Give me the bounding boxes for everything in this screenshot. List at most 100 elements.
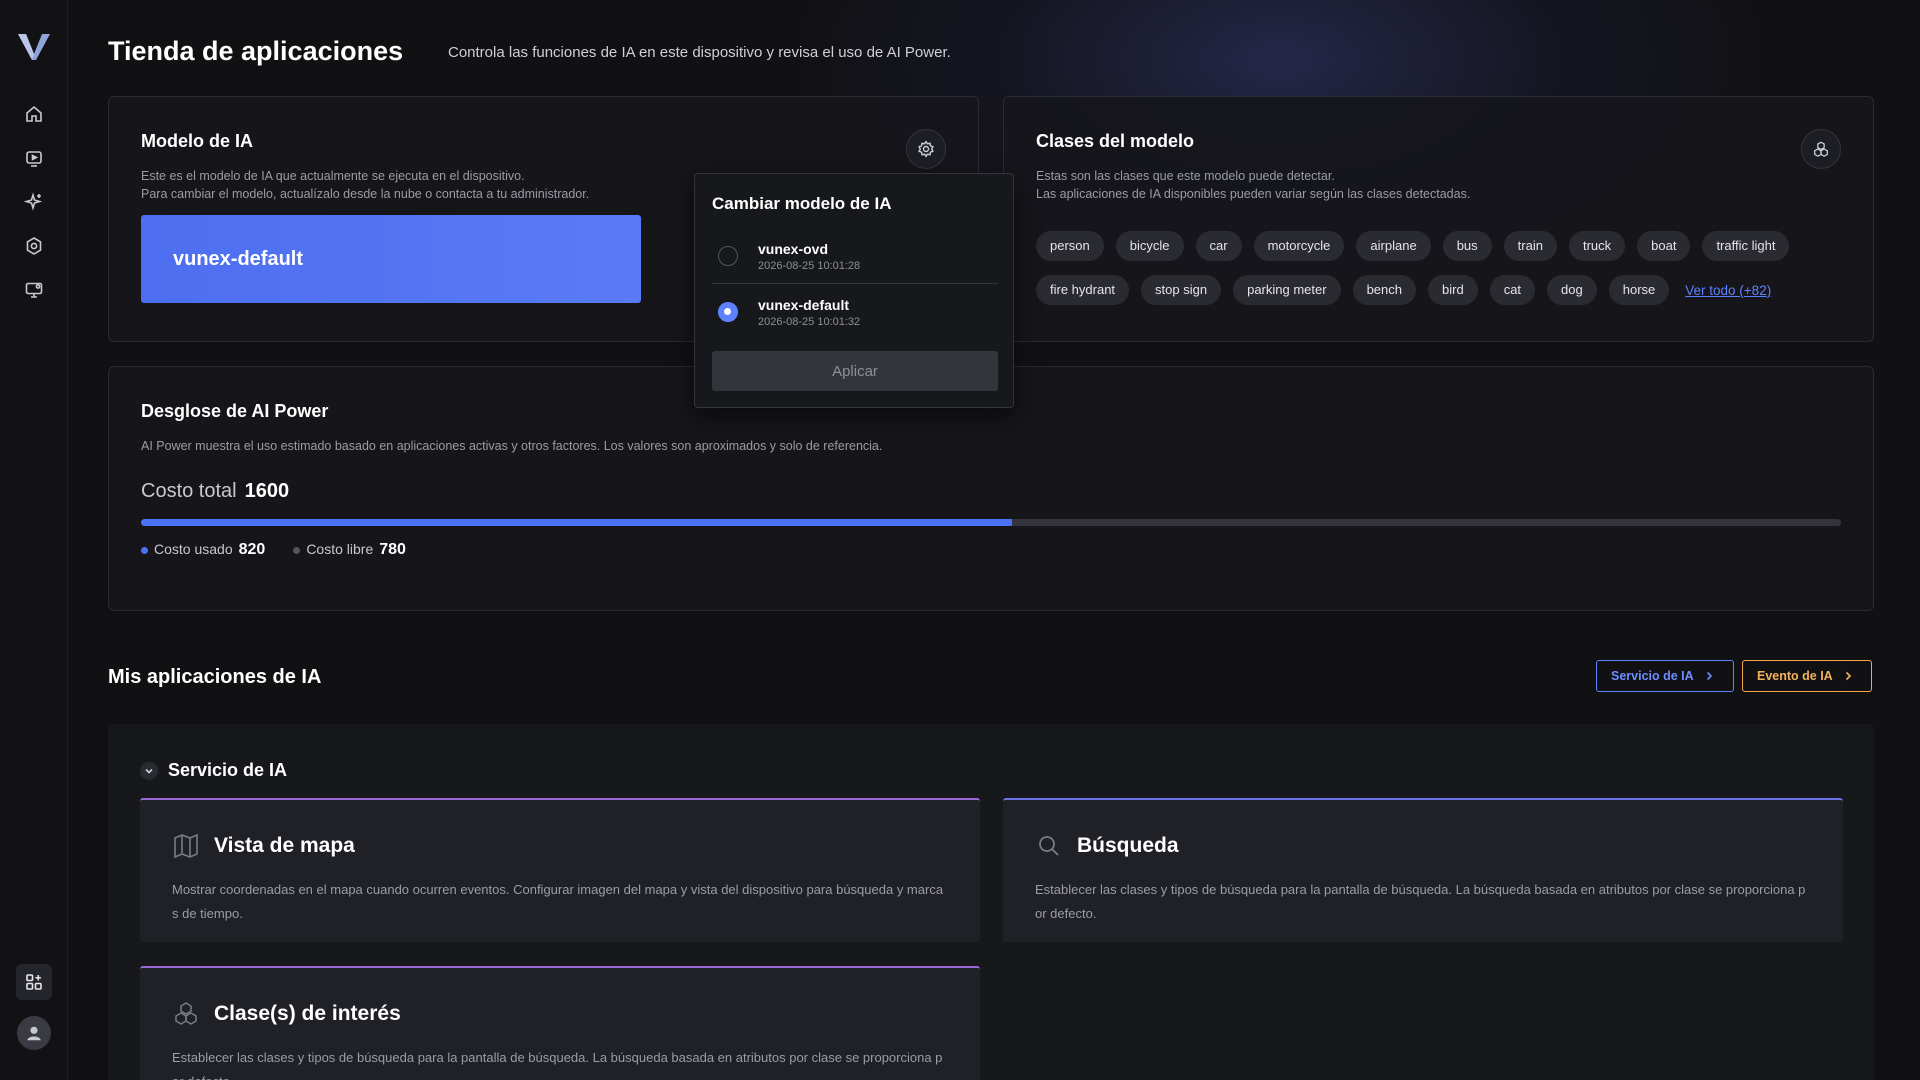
app-card-title-text: Búsqueda bbox=[1077, 834, 1179, 857]
change-model-popup: Cambiar modelo de IA vunex-ovd 2026-08-2… bbox=[694, 173, 1014, 408]
ai-service-filter-label: Servicio de IA bbox=[1611, 669, 1694, 683]
model-classes-desc-line1: Estas son las clases que este modelo pue… bbox=[1036, 169, 1335, 183]
classes-detail-button[interactable] bbox=[1801, 129, 1841, 169]
app-card-search[interactable]: Búsqueda Establecer las clases y tipos d… bbox=[1003, 798, 1843, 942]
search-icon bbox=[1039, 836, 1059, 856]
see-all-classes-link[interactable]: Ver todo (+82) bbox=[1685, 283, 1771, 298]
my-ai-apps-title: Mis aplicaciones de IA bbox=[108, 666, 322, 688]
model-classes-desc-line2: Las aplicaciones de IA disponibles puede… bbox=[1036, 187, 1471, 201]
class-chip: stop sign bbox=[1141, 275, 1222, 305]
app-card-title: Búsqueda bbox=[1035, 832, 1179, 860]
used-cost-label: Costo usado bbox=[154, 541, 233, 557]
app-card-map-view[interactable]: Vista de mapa Mostrar coordenadas en el … bbox=[140, 798, 980, 942]
main-content: Tienda de aplicaciones Controla las func… bbox=[68, 0, 1920, 1080]
class-chip: airplane bbox=[1356, 231, 1431, 261]
chevron-down-icon[interactable] bbox=[140, 761, 158, 780]
chevron-right-icon bbox=[1706, 671, 1712, 681]
model-option-name: vunex-ovd bbox=[758, 240, 829, 257]
class-chip: bus bbox=[1442, 231, 1492, 261]
sidebar-item-video[interactable] bbox=[18, 142, 50, 174]
avatar[interactable] bbox=[17, 1016, 51, 1050]
class-chip: car bbox=[1195, 231, 1242, 261]
model-classes-description: Estas son las clases que este modelo pue… bbox=[1036, 167, 1470, 203]
ai-service-filter-button[interactable]: Servicio de IA bbox=[1596, 660, 1734, 692]
sidebar-item-settings[interactable] bbox=[18, 230, 50, 262]
model-classes-title: Clases del modelo bbox=[1036, 131, 1195, 151]
ai-event-filter-label: Evento de IA bbox=[1757, 669, 1833, 683]
class-chip: parking meter bbox=[1233, 275, 1341, 305]
ai-model-desc-line1: Este es el modelo de IA que actualmente … bbox=[141, 169, 525, 183]
gear-icon bbox=[26, 237, 42, 255]
sidebar-item-monitor[interactable] bbox=[18, 274, 50, 306]
class-chip: cat bbox=[1489, 275, 1536, 305]
total-cost-value: 1600 bbox=[244, 480, 290, 502]
total-cost: Costo total 1600 bbox=[141, 480, 289, 503]
ai-power-title: Desglose de AI Power bbox=[141, 401, 329, 421]
free-dot bbox=[293, 546, 301, 554]
used-cost-value: 820 bbox=[238, 541, 266, 558]
apply-button[interactable]: Aplicar bbox=[712, 351, 998, 391]
sidebar-item-home[interactable] bbox=[18, 98, 50, 130]
apps-icon bbox=[26, 974, 42, 990]
model-option-radio[interactable] bbox=[718, 302, 738, 322]
power-usage-bar bbox=[141, 519, 1841, 526]
app-card-description: Mostrar coordenadas en el mapa cuando oc… bbox=[172, 882, 944, 921]
app-card-description: Establecer las clases y tipos de búsqued… bbox=[172, 1050, 943, 1080]
ai-model-title: Modelo de IA bbox=[141, 131, 253, 151]
sparkle-icon bbox=[24, 192, 43, 211]
change-model-title: Cambiar modelo de IA bbox=[712, 194, 892, 213]
model-option-vunex-ovd[interactable]: vunex-ovd 2026-08-25 10:01:28 bbox=[712, 228, 998, 284]
ai-power-description: AI Power muestra el uso estimado basado … bbox=[141, 439, 883, 453]
class-chip: bench bbox=[1352, 275, 1416, 305]
class-chip: train bbox=[1503, 231, 1557, 261]
class-chip: dog bbox=[1547, 275, 1597, 305]
model-classes-card: Clases del modelo Estas son las clases q… bbox=[1003, 96, 1874, 342]
class-chip: traffic light bbox=[1702, 231, 1790, 261]
home-icon bbox=[26, 105, 42, 122]
ai-model-description: Este es el modelo de IA que actualmente … bbox=[141, 167, 589, 203]
model-option-name: vunex-default bbox=[758, 296, 850, 313]
app-card-title-text: Vista de mapa bbox=[214, 834, 355, 857]
model-option-vunex-default[interactable]: vunex-default 2026-08-25 10:01:32 bbox=[712, 284, 998, 340]
sidebar-item-ai[interactable] bbox=[18, 186, 50, 218]
cubes-icon bbox=[1814, 141, 1828, 157]
free-cost-label: Costo libre bbox=[306, 541, 374, 557]
free-cost-value: 780 bbox=[379, 541, 406, 558]
app-card-title: Vista de mapa bbox=[172, 832, 355, 860]
class-chip: person bbox=[1036, 231, 1104, 261]
gear-icon bbox=[918, 140, 934, 158]
class-chip: boat bbox=[1637, 231, 1691, 261]
free-cost-legend: Costo libre 780 bbox=[293, 541, 406, 559]
logo-icon bbox=[18, 34, 50, 60]
ai-service-section: Servicio de IA Vista de mapa Mostrar coo… bbox=[108, 724, 1874, 1080]
class-chip: fire hydrant bbox=[1036, 275, 1130, 305]
total-cost-label: Costo total bbox=[141, 480, 237, 502]
model-option-date: 2026-08-25 10:01:32 bbox=[758, 315, 861, 328]
ai-event-filter-button[interactable]: Evento de IA bbox=[1742, 660, 1872, 692]
ai-model-desc-line2: Para cambiar el modelo, actualízalo desd… bbox=[141, 187, 590, 201]
model-option-radio[interactable] bbox=[718, 246, 738, 266]
page-subtitle: Controla las funciones de IA en este dis… bbox=[448, 44, 951, 61]
map-icon bbox=[174, 833, 198, 859]
model-option-date: 2026-08-25 10:01:28 bbox=[758, 259, 861, 272]
current-model-banner: vunex-default bbox=[141, 215, 641, 303]
ai-service-section-label: Servicio de IA bbox=[168, 760, 288, 780]
model-settings-button[interactable] bbox=[906, 129, 946, 169]
class-chip-row: person bicycle car motorcycle airplane bus tra… bbox=[1036, 231, 1836, 261]
class-chip-row: fire hydrant stop sign parking meter bench b… bbox=[1036, 275, 1836, 305]
app-card-description: Establecer las clases y tipos de búsqued… bbox=[1035, 882, 1806, 921]
sidebar-item-app-store[interactable] bbox=[16, 964, 52, 1000]
class-chip: bicycle bbox=[1115, 231, 1184, 261]
page-title: Tienda de aplicaciones bbox=[108, 36, 404, 66]
class-chip: truck bbox=[1568, 231, 1626, 261]
ai-service-section-header[interactable]: Servicio de IA bbox=[140, 760, 287, 781]
class-chips: person bicycle car motorcycle airplane bus tra… bbox=[1036, 231, 1836, 319]
used-dot bbox=[141, 546, 148, 554]
cubes-icon bbox=[175, 1002, 197, 1025]
class-chip: bird bbox=[1428, 275, 1478, 305]
app-card-classes-of-interest[interactable]: Clase(s) de interés Establecer las clase… bbox=[140, 966, 980, 1080]
used-cost-legend: Costo usado 820 bbox=[141, 541, 265, 559]
power-usage-fill bbox=[141, 519, 1013, 526]
power-legend: Costo usado 820 Costo libre 780 bbox=[141, 541, 406, 559]
class-chip: horse bbox=[1608, 275, 1670, 305]
